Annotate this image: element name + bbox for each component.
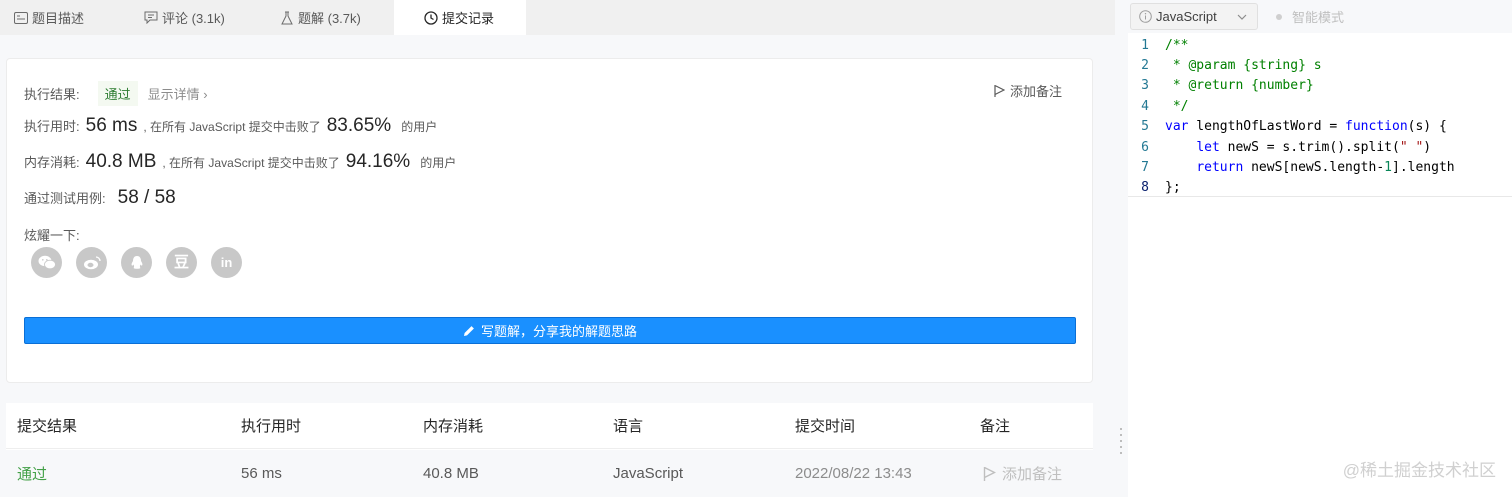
smart-mode-label: 智能模式 bbox=[1292, 10, 1345, 25]
header-runtime: 执行用时 bbox=[241, 418, 302, 435]
language-label: JavaScript bbox=[1156, 9, 1217, 24]
chevron-down-icon bbox=[1237, 11, 1247, 23]
result-row: 执行结果: 通过 显示详情 › bbox=[24, 81, 208, 106]
runtime-suffix: 的用户 bbox=[401, 120, 438, 134]
line-number: 8 bbox=[1141, 180, 1149, 196]
row-language: JavaScript bbox=[613, 465, 684, 482]
header-language: 语言 bbox=[613, 418, 644, 435]
runtime-label: 执行用时: bbox=[24, 119, 80, 134]
line-number: 4 bbox=[1141, 98, 1149, 114]
tab-label: 评论 (3.1k) bbox=[162, 11, 225, 26]
memory-value: 40.8 MB bbox=[85, 151, 157, 172]
smart-mode-toggle[interactable]: 智能模式 bbox=[1276, 7, 1344, 26]
editor-toolbar: JavaScript 智能模式 bbox=[1128, 0, 1512, 33]
drag-handle-icon[interactable] bbox=[1120, 428, 1123, 454]
write-solution-button[interactable]: 写题解，分享我的解题思路 bbox=[24, 317, 1076, 344]
watermark: @稀土掘金技术社区 bbox=[1342, 461, 1496, 480]
share-label: 炫耀一下: bbox=[24, 228, 80, 243]
description-icon bbox=[14, 11, 28, 25]
line-number: 2 bbox=[1141, 58, 1149, 74]
submissions-table: 提交结果 执行用时 内存消耗 语言 提交时间 备注 通过 56 ms 40.8 … bbox=[6, 403, 1093, 497]
result-card: 执行结果: 通过 显示详情 › 添加备注 执行用时: 56 ms , 在所有 J… bbox=[6, 58, 1093, 383]
status-badge: 通过 bbox=[97, 81, 138, 106]
write-solution-label: 写题解，分享我的解题思路 bbox=[480, 324, 637, 339]
tests-row: 通过测试用例: 58 / 58 bbox=[24, 187, 182, 209]
douban-icon[interactable]: 豆 bbox=[166, 247, 197, 278]
qq-icon[interactable] bbox=[121, 247, 152, 278]
dot-icon bbox=[1276, 13, 1282, 20]
row-note-label: 添加备注 bbox=[1002, 466, 1063, 483]
memory-suffix: 的用户 bbox=[420, 156, 457, 170]
header-note: 备注 bbox=[980, 418, 1011, 435]
memory-text: , 在所有 JavaScript 提交中击败了 bbox=[162, 156, 340, 170]
code-line: 4 */ bbox=[1128, 96, 1512, 116]
tab-comments[interactable]: 评论 (3.1k) bbox=[130, 0, 266, 35]
code-line: 6 let newS = s.trim().split(" ") bbox=[1128, 137, 1512, 157]
header-memory: 内存消耗 bbox=[423, 418, 484, 435]
language-select[interactable]: JavaScript bbox=[1130, 3, 1258, 30]
add-note-button[interactable]: 添加备注 bbox=[994, 81, 1062, 100]
tests-label: 通过测试用例: bbox=[24, 191, 106, 206]
add-note-label: 添加备注 bbox=[1009, 84, 1062, 99]
left-panel: 题目描述 评论 (3.1k) 题解 (3.7k) 提交记录 执行结果: 通过 显… bbox=[0, 0, 1115, 497]
line-number: 5 bbox=[1141, 119, 1149, 135]
comment-icon bbox=[144, 11, 158, 25]
row-add-note-button[interactable]: 添加备注 bbox=[983, 450, 1062, 497]
show-details-link[interactable]: 显示详情 › bbox=[148, 84, 208, 103]
line-number: 7 bbox=[1141, 160, 1149, 176]
result-label: 执行结果: bbox=[24, 87, 80, 102]
code-line: 8}; bbox=[1128, 178, 1512, 198]
code-editor[interactable]: 1/** 2 * @param {string} s 3 * @return {… bbox=[1128, 35, 1512, 197]
clock-icon bbox=[424, 10, 438, 25]
table-row[interactable]: 通过 56 ms 40.8 MB JavaScript 2022/08/22 1… bbox=[6, 450, 1093, 497]
runtime-text: , 在所有 JavaScript 提交中击败了 bbox=[143, 120, 321, 134]
wechat-icon[interactable] bbox=[31, 247, 62, 278]
line-number: 3 bbox=[1141, 78, 1149, 94]
tab-submissions[interactable]: 提交记录 bbox=[394, 0, 526, 35]
row-memory: 40.8 MB bbox=[423, 465, 479, 482]
line-number: 1 bbox=[1141, 37, 1149, 53]
editor-panel: JavaScript 智能模式 1/** 2 * @param {string}… bbox=[1128, 0, 1512, 497]
tab-description[interactable]: 题目描述 bbox=[0, 0, 130, 35]
memory-label: 内存消耗: bbox=[24, 155, 80, 170]
table-header: 提交结果 执行用时 内存消耗 语言 提交时间 备注 bbox=[6, 403, 1093, 449]
memory-percent: 94.16% bbox=[345, 151, 411, 172]
header-result: 提交结果 bbox=[17, 418, 78, 435]
flag-icon bbox=[983, 466, 996, 482]
code-line: 7 return newS[newS.length- 1].length bbox=[1128, 157, 1512, 177]
share-icons: 豆 in bbox=[31, 247, 242, 278]
share-row-label: 炫耀一下: bbox=[24, 225, 80, 244]
memory-row: 内存消耗: 40.8 MB , 在所有 JavaScript 提交中击败了 94… bbox=[24, 151, 456, 173]
code-line: 1/** bbox=[1128, 35, 1512, 55]
row-result[interactable]: 通过 bbox=[17, 450, 47, 497]
tab-label: 提交记录 bbox=[442, 11, 495, 26]
code-line: 3 * @return {number} bbox=[1128, 76, 1512, 96]
row-runtime: 56 ms bbox=[241, 465, 282, 482]
linkedin-icon[interactable]: in bbox=[211, 247, 242, 278]
tab-label: 题目描述 bbox=[32, 11, 85, 26]
row-time: 2022/08/22 13:43 bbox=[795, 465, 912, 482]
info-icon bbox=[1139, 10, 1152, 23]
panel-splitter[interactable] bbox=[1115, 0, 1128, 497]
line-number: 6 bbox=[1141, 139, 1149, 155]
code-line: 2 * @param {string} s bbox=[1128, 55, 1512, 75]
flask-icon bbox=[280, 11, 294, 25]
tests-value: 58 / 58 bbox=[117, 187, 176, 208]
runtime-row: 执行用时: 56 ms , 在所有 JavaScript 提交中击败了 83.6… bbox=[24, 115, 437, 137]
weibo-icon[interactable] bbox=[76, 247, 107, 278]
tab-solutions[interactable]: 题解 (3.7k) bbox=[266, 0, 394, 35]
pencil-icon bbox=[463, 325, 475, 337]
flag-icon bbox=[994, 84, 1005, 98]
runtime-percent: 83.65% bbox=[326, 115, 392, 136]
tab-bar: 题目描述 评论 (3.1k) 题解 (3.7k) 提交记录 bbox=[0, 0, 1115, 35]
tab-label: 题解 (3.7k) bbox=[298, 11, 361, 26]
code-line: 5 var lengthOfLastWord = function (s) { bbox=[1128, 117, 1512, 137]
header-time: 提交时间 bbox=[795, 418, 856, 435]
runtime-value: 56 ms bbox=[85, 115, 138, 136]
